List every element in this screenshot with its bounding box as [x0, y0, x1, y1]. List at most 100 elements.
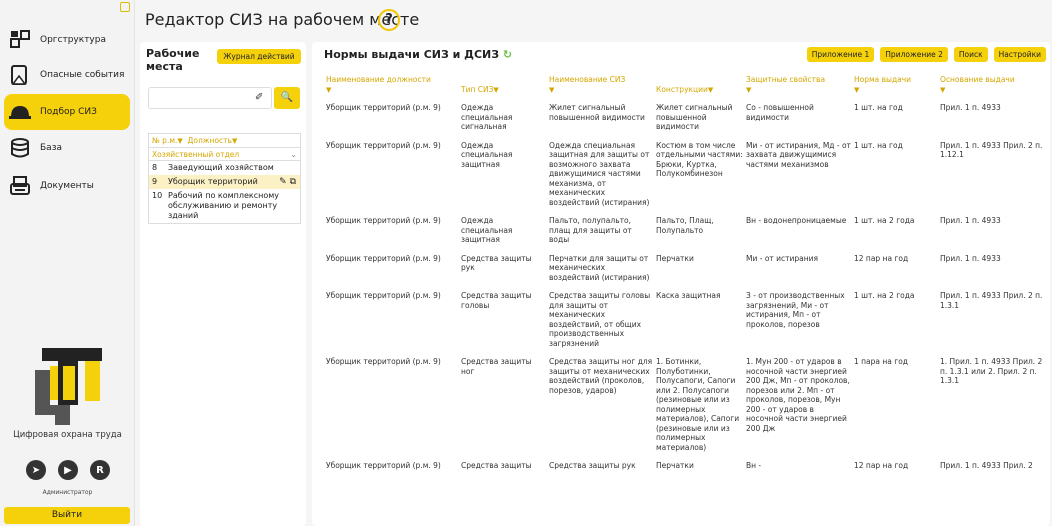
- edit-icon[interactable]: ✎: [279, 177, 287, 187]
- filter-icon[interactable]: ▼: [940, 86, 945, 94]
- table-cell: Жилет сигнальный повышенной видимости: [549, 103, 645, 122]
- column-header[interactable]: Тип СИЗ▼: [461, 75, 549, 103]
- table-cell: Жилет сигнальный повышенной видимости: [656, 103, 733, 131]
- chevron-down-icon[interactable]: ⌄: [290, 148, 297, 162]
- norms-table-header: Наименование должности ▼ Тип СИЗ▼ Наимено…: [326, 75, 1048, 103]
- search-button[interactable]: 🔍: [274, 87, 300, 109]
- filter-icon[interactable]: ▼: [549, 86, 554, 94]
- table-row[interactable]: Уборщик территорий (р.м. 9) Одежда специа…: [326, 216, 1048, 254]
- sidebar-item-label: Документы: [40, 181, 94, 191]
- table-cell: Пальто, Плащ, Полупальто: [656, 216, 714, 235]
- copy-icon[interactable]: ⧉: [290, 177, 296, 187]
- clear-search-icon[interactable]: ✐: [255, 92, 263, 103]
- filter-icon[interactable]: ▼: [177, 137, 182, 145]
- sidebar: Оргструктура Опасные события Подбор СИЗ …: [0, 0, 135, 526]
- norms-title: Нормы выдачи СИЗ и ДСИЗ ↻: [324, 48, 512, 61]
- table-cell: 1 шт. на год: [854, 103, 903, 112]
- sidebar-item-org-structure[interactable]: Оргструктура: [4, 22, 130, 58]
- row-position: Заведующий хозяйством: [168, 163, 274, 172]
- company-logo: [30, 340, 105, 425]
- column-num-header[interactable]: № р.м.: [152, 136, 177, 145]
- table-cell: Средства защиты головы: [461, 291, 532, 310]
- table-cell: Средства защиты рук: [549, 461, 636, 470]
- column-header[interactable]: Наименование СИЗ ▼: [549, 75, 656, 103]
- table-row[interactable]: Уборщик территорий (р.м. 9) Средства защи…: [326, 291, 1048, 357]
- table-cell: 1 шт. на 2 года: [854, 291, 915, 300]
- appendix-2-button[interactable]: Приложение 2: [880, 47, 948, 62]
- logout-button[interactable]: Выйти: [4, 507, 130, 524]
- column-header[interactable]: Конструкции▼: [656, 75, 746, 103]
- telegram-icon[interactable]: ➤: [26, 460, 46, 480]
- table-cell: Вн - водонепроницаемые: [746, 216, 847, 225]
- table-row[interactable]: Уборщик территорий (р.м. 9) Средства защи…: [326, 461, 1048, 480]
- help-icon[interactable]: ?: [378, 9, 400, 31]
- action-journal-button[interactable]: Журнал действий: [217, 49, 301, 64]
- table-cell: Средства защиты рук: [461, 253, 532, 273]
- table-cell: 12 пар на год: [854, 461, 909, 470]
- column-header[interactable]: Основание выдачи ▼: [940, 75, 1048, 103]
- table-cell: Уборщик территорий (р.м. 9): [326, 253, 441, 263]
- workplaces-table: № р.м.▼ Должность▼ Хозяйственный отдел ⌄…: [148, 133, 301, 224]
- search-norms-button[interactable]: Поиск: [953, 47, 988, 62]
- table-cell: Средства защиты: [461, 461, 532, 470]
- filter-icon[interactable]: ▼: [854, 86, 859, 94]
- norms-table-body: Уборщик территорий (р.м. 9) Одежда специа…: [326, 103, 1048, 480]
- row-num: 8: [152, 163, 158, 172]
- database-icon: [6, 136, 34, 160]
- table-row[interactable]: Уборщик территорий (р.м. 9) Средства защи…: [326, 254, 1048, 292]
- row-position: Рабочий по комплексному обслуживанию и р…: [168, 191, 280, 220]
- norms-table: Наименование должности ▼ Тип СИЗ▼ Наимено…: [326, 75, 1048, 480]
- table-cell: Средства защиты головы для защиты от мех…: [549, 291, 651, 348]
- table-cell: Пальто, полупальто, плащ для защиты от в…: [549, 216, 632, 244]
- table-cell: Ми - от истирания: [746, 253, 819, 263]
- sidebar-item-ppe-selection[interactable]: Подбор СИЗ: [4, 94, 130, 130]
- workplaces-table-header: № р.м.▼ Должность▼: [148, 133, 301, 147]
- sidebar-item-label: Подбор СИЗ: [40, 107, 97, 117]
- column-header[interactable]: Норма выдачи ▼: [854, 75, 940, 103]
- sidebar-item-database[interactable]: База: [4, 130, 130, 166]
- workplaces-title: Рабочие места: [146, 47, 200, 73]
- table-cell: Уборщик территорий (р.м. 9): [326, 140, 441, 150]
- table-row[interactable]: Уборщик территорий (р.м. 9) Одежда специа…: [326, 103, 1048, 141]
- table-cell: 1 шт. на год: [854, 140, 903, 150]
- table-row[interactable]: 8 Заведующий хозяйством: [148, 161, 301, 175]
- appendix-1-button[interactable]: Приложение 1: [806, 47, 875, 62]
- workplace-search-input[interactable]: ✐: [148, 87, 272, 109]
- sidebar-item-documents[interactable]: Документы: [4, 168, 130, 204]
- table-cell: Прил. 1 п. 4933 Прил. 2: [940, 461, 1033, 470]
- sidebar-collapse-icon[interactable]: [120, 2, 130, 12]
- row-position: Уборщик территорий: [168, 177, 258, 186]
- table-row[interactable]: Уборщик территорий (р.м. 9) Средства защи…: [326, 357, 1048, 461]
- table-row-selected[interactable]: 9 Уборщик территорий ✎ ⧉: [148, 175, 301, 189]
- table-cell: Прил. 1 п. 4933 Прил. 2 п. 1.3.1: [940, 291, 1043, 310]
- filter-icon[interactable]: ▼: [326, 86, 331, 94]
- filter-icon[interactable]: ▼: [493, 86, 498, 94]
- social-links: ➤ ▶ R: [26, 460, 110, 480]
- table-row[interactable]: Уборщик территорий (р.м. 9) Одежда специа…: [326, 141, 1048, 217]
- column-position-header[interactable]: Должность: [188, 136, 232, 145]
- filter-icon[interactable]: ▼: [746, 86, 751, 94]
- department-group-row[interactable]: Хозяйственный отдел ⌄: [148, 147, 301, 161]
- table-cell: Уборщик территорий (р.м. 9): [326, 357, 441, 366]
- column-header[interactable]: Защитные свойства ▼: [746, 75, 854, 103]
- settings-button[interactable]: Настройки: [993, 47, 1046, 62]
- filter-icon[interactable]: ▼: [232, 137, 237, 145]
- table-cell: Прил. 1 п. 4933: [940, 253, 1001, 263]
- logo-caption: Цифровая охрана труда: [13, 430, 122, 440]
- rutube-icon[interactable]: R: [90, 460, 110, 480]
- table-row[interactable]: 10 Рабочий по комплексному обслуживанию …: [148, 189, 301, 224]
- refresh-icon[interactable]: ↻: [503, 48, 512, 61]
- norms-panel: Нормы выдачи СИЗ и ДСИЗ ↻ Приложение 1 П…: [312, 42, 1050, 526]
- table-cell: 1. Прил. 1 п. 4933 Прил. 2 п. 1.3.1 или …: [940, 357, 1043, 385]
- sidebar-item-hazard-events[interactable]: Опасные события: [4, 57, 130, 93]
- column-header[interactable]: Наименование должности ▼: [326, 75, 461, 103]
- table-cell: Уборщик территорий (р.м. 9): [326, 216, 441, 225]
- table-cell: Уборщик территорий (р.м. 9): [326, 103, 441, 112]
- workplaces-panel: Рабочие места Журнал действий ✐ 🔍 № р.м.…: [140, 42, 306, 526]
- filter-icon[interactable]: ▼: [708, 86, 713, 94]
- youtube-icon[interactable]: ▶: [58, 460, 78, 480]
- table-cell: Прил. 1 п. 4933: [940, 103, 1001, 112]
- norms-toolbar: Приложение 1 Приложение 2 Поиск Настройк…: [806, 47, 1046, 62]
- table-cell: Костюм в том числе отдельными частями: Б…: [656, 140, 743, 179]
- hazard-events-icon: [6, 63, 34, 87]
